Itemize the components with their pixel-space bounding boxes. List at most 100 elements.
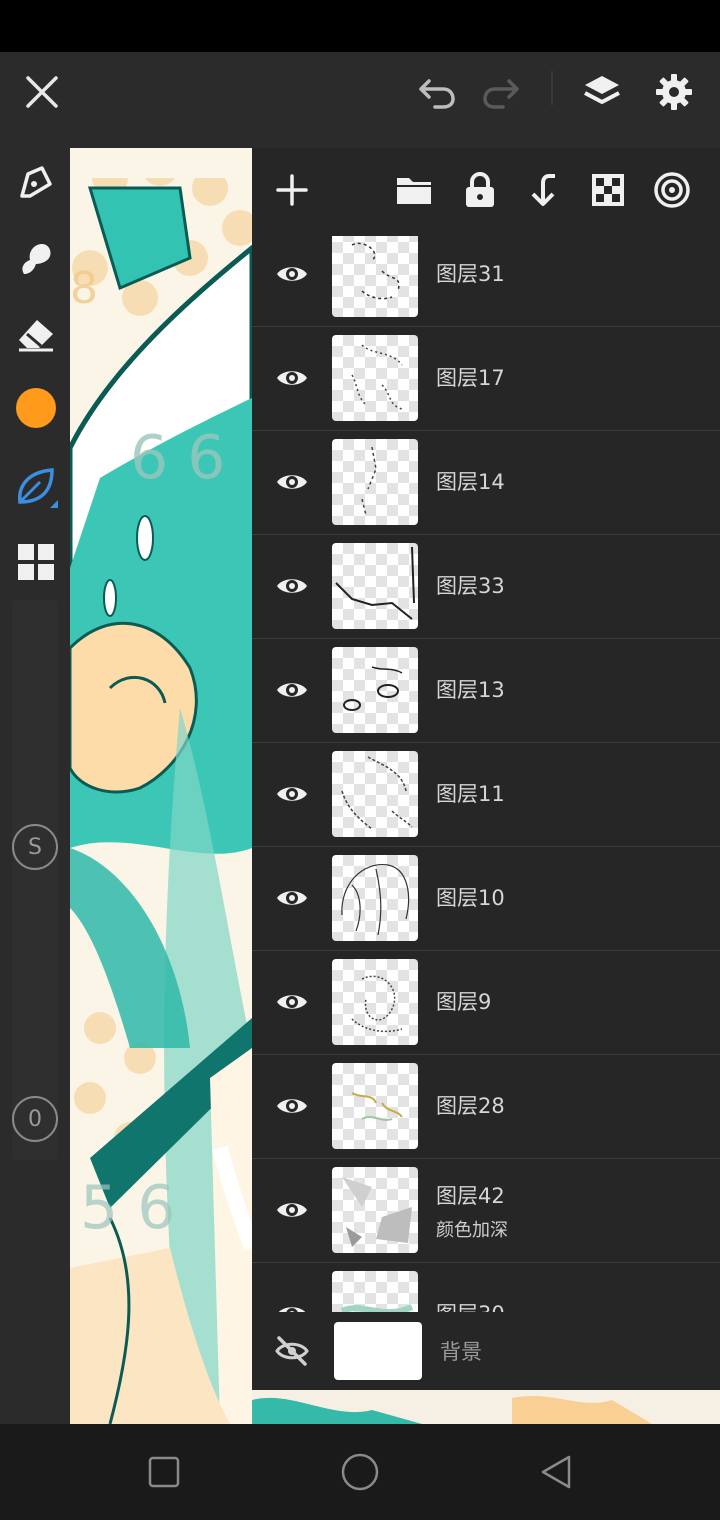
layer-row[interactable]: 图层17 <box>252 326 720 431</box>
pen-nib-icon <box>20 166 52 198</box>
eye-icon <box>277 1099 307 1113</box>
layer-thumbnail <box>332 335 418 421</box>
layer-visibility-toggle[interactable] <box>262 236 322 326</box>
layer-thumbnail <box>332 543 418 629</box>
layer-row[interactable]: 图层9 <box>252 950 720 1055</box>
eye-icon <box>277 995 307 1009</box>
layer-visibility-toggle[interactable] <box>262 638 322 742</box>
layer-thumbnail <box>332 236 418 317</box>
close-button[interactable] <box>12 52 72 132</box>
undo-button[interactable] <box>408 52 466 132</box>
leaf-brush-icon <box>18 468 58 508</box>
layer-panel: 图层31 图层17 图层14 图层33 图层13 图层11 图层10 图层9 图层28 图层42 颜… <box>252 148 720 1390</box>
layer-name: 图层30 <box>436 1298 505 1312</box>
svg-text:5 6: 5 6 <box>80 1173 175 1243</box>
layer-name: 图层42 <box>436 1184 505 1208</box>
layer-visibility-toggle[interactable] <box>262 742 322 846</box>
transparency-lock-button[interactable] <box>582 164 634 216</box>
layer-name: 图层10 <box>436 886 505 910</box>
eye-icon <box>277 891 307 905</box>
layer-name: 图层14 <box>436 470 505 494</box>
layer-row[interactable]: 图层33 <box>252 534 720 639</box>
layer-visibility-toggle[interactable] <box>262 1054 322 1158</box>
new-folder-button[interactable] <box>388 164 440 216</box>
eye-icon <box>277 579 307 593</box>
transparency-icon <box>592 174 624 206</box>
layer-visibility-toggle[interactable] <box>262 950 322 1054</box>
opacity-slider-label: 0 <box>28 1106 42 1132</box>
back-button[interactable] <box>526 1442 586 1502</box>
layer-list[interactable]: 图层31 图层17 图层14 图层33 图层13 图层11 图层10 图层9 图层28 图层42 颜… <box>252 236 720 1312</box>
layer-name: 图层9 <box>436 990 492 1014</box>
gear-icon <box>656 74 692 110</box>
layer-visibility-toggle[interactable] <box>262 1158 322 1262</box>
gallery-tool[interactable] <box>8 534 64 590</box>
eye-icon <box>277 787 307 801</box>
triangle-back-icon <box>541 1455 571 1489</box>
layer-thumbnail <box>332 1271 418 1312</box>
layers-icon <box>584 76 620 104</box>
layer-thumbnail <box>332 439 418 525</box>
redo-button[interactable] <box>472 52 530 132</box>
layer-name: 图层28 <box>436 1094 505 1118</box>
close-icon <box>26 76 58 108</box>
top-toolbar <box>0 52 720 132</box>
background-visibility-toggle[interactable] <box>262 1312 322 1390</box>
layer-row[interactable]: 图层28 <box>252 1054 720 1159</box>
toolbar-divider <box>551 71 553 105</box>
svg-text:6 6: 6 6 <box>130 423 225 493</box>
eye-icon <box>277 267 307 281</box>
layer-visibility-toggle[interactable] <box>262 326 322 430</box>
layer-mode-button[interactable] <box>646 164 698 216</box>
eye-icon <box>278 1307 306 1312</box>
layer-thumbnail <box>332 855 418 941</box>
home-button[interactable] <box>330 1442 390 1502</box>
canvas-artwork: 6 6 5 6 8 <box>70 148 252 1424</box>
eye-icon <box>277 1203 307 1217</box>
add-layer-icon <box>276 174 308 206</box>
settings-button[interactable] <box>644 52 704 132</box>
layer-row[interactable]: 图层30 <box>252 1262 720 1312</box>
brush-tool[interactable] <box>8 458 64 514</box>
layer-panel-toolbar <box>252 148 720 236</box>
layer-thumbnail <box>332 959 418 1045</box>
redo-icon <box>483 79 519 109</box>
lock-layer-button[interactable] <box>454 164 506 216</box>
grid-icon <box>18 544 54 580</box>
layer-thumbnail <box>332 1063 418 1149</box>
brush-size-slider-handle[interactable]: S <box>12 824 58 870</box>
drawing-canvas[interactable]: 6 6 5 6 8 <box>70 148 252 1424</box>
layer-row[interactable]: 图层13 <box>252 638 720 743</box>
layers-button[interactable] <box>570 52 634 132</box>
layer-name: 图层13 <box>436 678 505 702</box>
layer-visibility-toggle[interactable] <box>262 1262 322 1312</box>
add-layer-button[interactable] <box>266 164 318 216</box>
opacity-slider-handle[interactable]: 0 <box>12 1096 58 1142</box>
pen-tool[interactable] <box>8 154 64 210</box>
background-layer-name: 背景 <box>440 1340 482 1364</box>
layer-blend-mode: 颜色加深 <box>436 1220 508 1241</box>
eraser-tool[interactable] <box>8 306 64 362</box>
color-picker[interactable] <box>8 380 64 436</box>
background-layer-row[interactable]: 背景 <box>252 1312 720 1390</box>
layer-visibility-toggle[interactable] <box>262 430 322 534</box>
lock-icon <box>466 172 494 207</box>
layer-row[interactable]: 图层42 颜色加深 <box>252 1158 720 1263</box>
layer-thumbnail <box>332 647 418 733</box>
layer-row[interactable]: 图层14 <box>252 430 720 535</box>
layer-row[interactable]: 图层10 <box>252 846 720 951</box>
smudge-tool[interactable] <box>8 230 64 286</box>
recent-apps-button[interactable] <box>134 1442 194 1502</box>
layer-row[interactable]: 图层11 <box>252 742 720 847</box>
eye-icon <box>277 683 307 697</box>
layer-row[interactable]: 图层31 <box>252 236 720 327</box>
merge-down-button[interactable] <box>518 164 570 216</box>
size-slider-label: S <box>28 834 42 860</box>
circle-icon <box>341 1453 379 1491</box>
layer-visibility-toggle[interactable] <box>262 534 322 638</box>
layer-visibility-toggle[interactable] <box>262 846 322 950</box>
smudge-icon <box>22 244 51 274</box>
canvas-bottom-strip <box>252 1390 720 1424</box>
layer-thumbnail <box>332 1167 418 1253</box>
layer-name: 图层31 <box>436 262 505 286</box>
